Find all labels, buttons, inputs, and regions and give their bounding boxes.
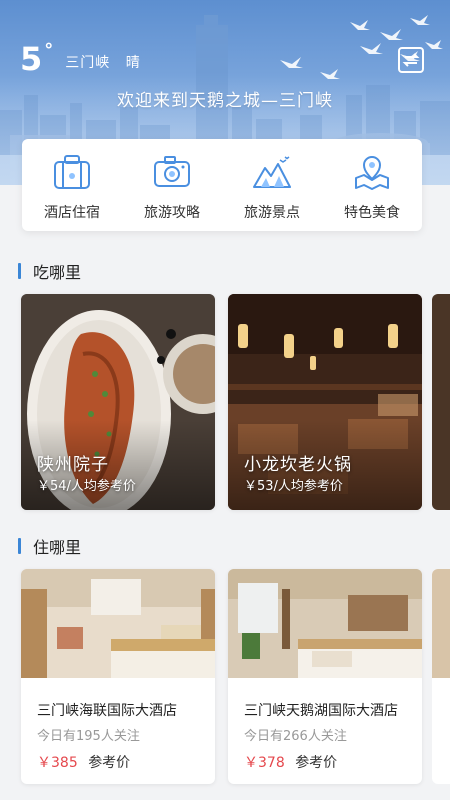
section-title-text: 吃哪里 bbox=[33, 263, 82, 282]
category-guide[interactable]: 旅游攻略 bbox=[122, 139, 222, 231]
category-menu: 酒店住宿 旅游攻略 旅游景点 特色美食 bbox=[22, 139, 422, 231]
restaurant-price: ￥54/人均参考价 bbox=[37, 479, 136, 494]
temperature: 5 bbox=[20, 40, 43, 78]
section-accent-bar bbox=[18, 538, 21, 554]
price-ref-label: 参考价 bbox=[295, 755, 338, 771]
hotel-photo bbox=[21, 569, 215, 678]
hotel-followers: 今日有195人关注 bbox=[37, 729, 140, 744]
section-title-text: 住哪里 bbox=[33, 538, 82, 557]
section-title-eat: 吃哪里 bbox=[18, 259, 81, 283]
restaurant-name: 陕州院子 bbox=[37, 455, 109, 475]
hotel-followers: 今日有266人关注 bbox=[244, 729, 347, 744]
hotel-price: ￥378 参考价 bbox=[244, 752, 337, 772]
hotel-photo bbox=[228, 569, 422, 678]
category-label: 酒店住宿 bbox=[44, 205, 100, 221]
hotel-card[interactable]: 三门峡海联国际大酒店 今日有195人关注 ￥385 参考价 bbox=[21, 569, 215, 784]
degree-symbol: ° bbox=[44, 40, 54, 61]
restaurant-card[interactable]: 小龙坎老火锅 ￥53/人均参考价 bbox=[228, 294, 422, 510]
category-label: 特色美食 bbox=[344, 205, 400, 221]
weather-widget: 5 ° 三门峡 晴 bbox=[20, 40, 141, 78]
category-scenic[interactable]: 旅游景点 bbox=[222, 139, 322, 231]
category-label: 旅游攻略 bbox=[144, 205, 200, 221]
restaurant-price: ￥53/人均参考价 bbox=[244, 479, 343, 494]
category-food[interactable]: 特色美食 bbox=[322, 139, 422, 231]
luggage-icon bbox=[54, 155, 90, 189]
category-hotel[interactable]: 酒店住宿 bbox=[22, 139, 122, 231]
city-weather: 三门峡 晴 bbox=[65, 52, 140, 72]
hotel-card[interactable]: 三门峡天鹅湖国际大酒店 今日有266人关注 ￥378 参考价 bbox=[228, 569, 422, 784]
restaurant-card[interactable]: 陕州院子 ￥54/人均参考价 bbox=[21, 294, 215, 510]
restaurant-name: 小龙坎老火锅 bbox=[244, 455, 352, 475]
welcome-text: 欢迎来到天鹅之城—三门峡 bbox=[117, 91, 333, 111]
hotel-price: ￥385 参考价 bbox=[37, 752, 130, 772]
price-value: ￥385 bbox=[37, 755, 78, 771]
hotel-name: 三门峡天鹅湖国际大酒店 bbox=[244, 703, 398, 719]
price-ref-label: 参考价 bbox=[88, 755, 131, 771]
weather-condition: 晴 bbox=[125, 55, 141, 71]
hotel-name: 三门峡海联国际大酒店 bbox=[37, 703, 177, 719]
section-accent-bar bbox=[18, 263, 21, 279]
map-pin-icon bbox=[355, 156, 389, 190]
price-value: ￥378 bbox=[244, 755, 285, 771]
category-label: 旅游景点 bbox=[244, 205, 300, 221]
camera-icon bbox=[154, 156, 190, 187]
next-card-peek[interactable] bbox=[432, 569, 450, 784]
section-title-stay: 住哪里 bbox=[18, 534, 81, 558]
switch-city-icon[interactable] bbox=[398, 47, 424, 73]
next-card-peek[interactable] bbox=[432, 294, 450, 510]
city-name: 三门峡 bbox=[65, 55, 111, 71]
mountain-icon bbox=[253, 156, 291, 188]
